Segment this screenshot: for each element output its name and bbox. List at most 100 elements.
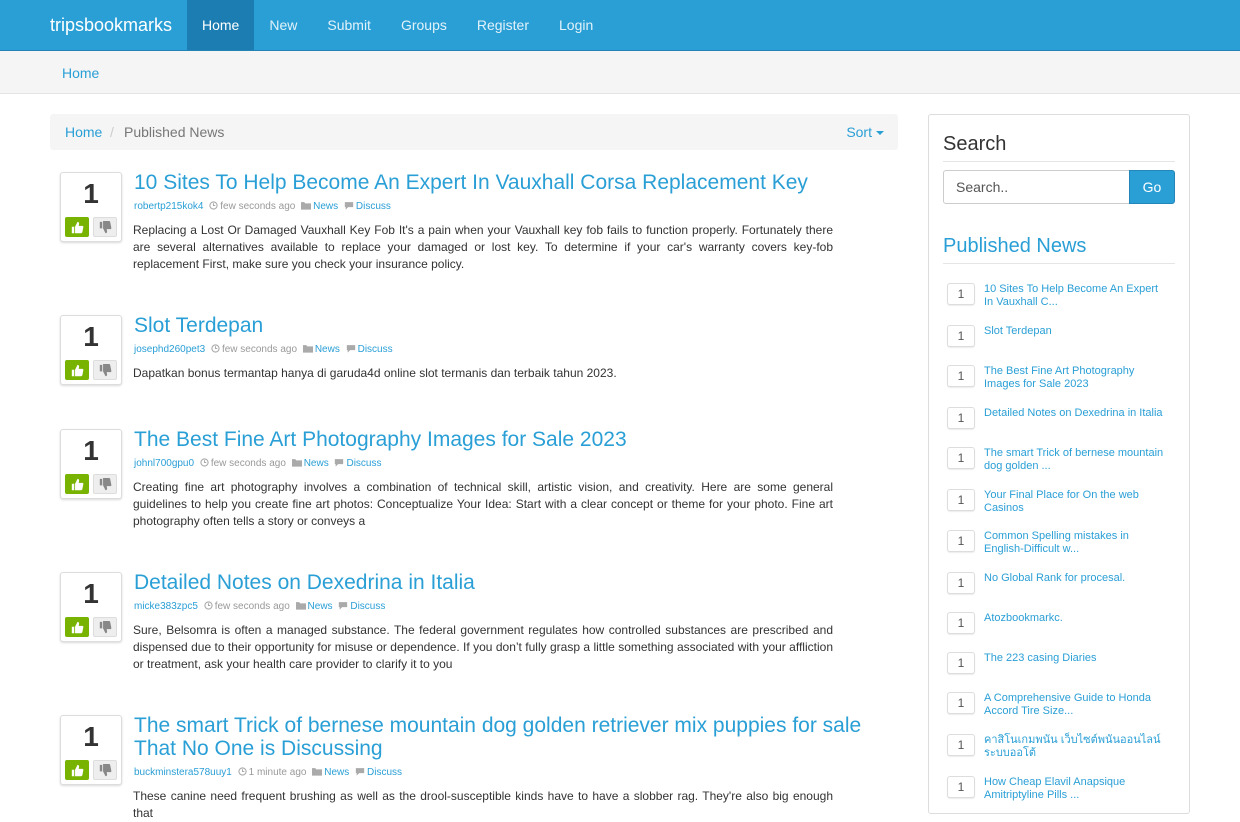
- post-category[interactable]: News: [304, 458, 329, 469]
- thumbs-up-icon: [71, 621, 83, 633]
- sidebar: Search Go Published News 1 10 Sites To H…: [928, 114, 1190, 814]
- published-news-link[interactable]: Slot Terdepan: [984, 325, 1170, 338]
- post-title[interactable]: The Best Fine Art Photography Images for…: [134, 428, 874, 451]
- post-discuss-link[interactable]: Discuss: [367, 767, 402, 778]
- published-news-link[interactable]: A Comprehensive Guide to Honda Accord Ti…: [984, 692, 1170, 718]
- published-news-link[interactable]: Atozbookmarkc.: [984, 612, 1170, 625]
- count-badge: 1: [947, 776, 975, 798]
- post-title[interactable]: Slot Terdepan: [134, 314, 874, 337]
- nav-login[interactable]: Login: [544, 0, 608, 50]
- published-news-link[interactable]: How Cheap Elavil Anapsique Amitriptyline…: [984, 776, 1170, 802]
- search-go-button[interactable]: Go: [1129, 170, 1175, 204]
- breadcrumb-separator: /: [110, 124, 114, 140]
- post-time: few seconds ago: [214, 601, 290, 612]
- count-badge: 1: [947, 407, 975, 429]
- post-discuss-link[interactable]: Discuss: [358, 344, 393, 355]
- folder-icon: [295, 602, 306, 610]
- clock-icon: [204, 601, 213, 610]
- nav-register[interactable]: Register: [462, 0, 544, 50]
- nav-home[interactable]: Home: [187, 0, 255, 50]
- breadcrumb-current: Published News: [124, 124, 225, 140]
- post-author[interactable]: robertp215kok4: [134, 201, 204, 212]
- post-author[interactable]: josephd260pet3: [134, 344, 205, 355]
- folder-icon: [302, 345, 313, 353]
- folder-icon: [291, 459, 302, 467]
- upvote-button[interactable]: [65, 217, 89, 237]
- clock-icon: [209, 201, 218, 210]
- published-news-link[interactable]: No Global Rank for procesal.: [984, 572, 1170, 585]
- main-nav: Home New Submit Groups Register Login: [187, 0, 608, 50]
- post-author[interactable]: micke383zpc5: [134, 601, 198, 612]
- published-news-link[interactable]: The smart Trick of bernese mountain dog …: [984, 447, 1170, 473]
- post-time: few seconds ago: [220, 201, 296, 212]
- count-badge: 1: [947, 530, 975, 552]
- post-category[interactable]: News: [313, 201, 338, 212]
- post-author[interactable]: buckminstera578uuy1: [134, 767, 232, 778]
- published-news-link[interactable]: Common Spelling mistakes in English-Diff…: [984, 530, 1170, 556]
- published-news-link[interactable]: Detailed Notes on Dexedrina in Italia: [984, 407, 1170, 420]
- post-excerpt: These canine need frequent brushing as w…: [133, 789, 833, 820]
- count-badge: 1: [947, 734, 975, 756]
- published-news-link[interactable]: Your Final Place for On the web Casinos: [984, 489, 1170, 515]
- upvote-button[interactable]: [65, 474, 89, 494]
- published-news-link[interactable]: 10 Sites To Help Become An Expert In Vau…: [984, 283, 1170, 309]
- post-excerpt: Creating fine art photography involves a…: [133, 480, 833, 528]
- post-meta: micke383zpc5 few seconds ago News Discus…: [134, 601, 385, 613]
- post-author[interactable]: johnl700gpu0: [134, 458, 194, 469]
- divider: [943, 263, 1175, 264]
- vote-box: 1: [60, 172, 122, 242]
- downvote-button[interactable]: [93, 760, 117, 780]
- downvote-button[interactable]: [93, 360, 117, 380]
- clock-icon: [237, 767, 247, 776]
- search-heading: Search: [943, 133, 1007, 155]
- top-navbar: tripsbookmarks Home New Submit Groups Re…: [0, 0, 1240, 51]
- post-title[interactable]: The smart Trick of bernese mountain dog …: [134, 714, 874, 760]
- subbar-home-link[interactable]: Home: [62, 65, 99, 81]
- folder-icon: [312, 768, 323, 776]
- nav-groups[interactable]: Groups: [386, 0, 462, 50]
- post-discuss-link[interactable]: Discuss: [350, 601, 385, 612]
- nav-new[interactable]: New: [254, 0, 312, 50]
- post-title[interactable]: 10 Sites To Help Become An Expert In Vau…: [134, 171, 874, 194]
- post-discuss-link[interactable]: Discuss: [356, 201, 391, 212]
- post-discuss-link[interactable]: Discuss: [346, 458, 381, 469]
- count-badge: 1: [947, 489, 975, 511]
- comment-icon: [335, 459, 344, 467]
- upvote-button[interactable]: [65, 617, 89, 637]
- clock-icon: [211, 344, 220, 353]
- published-news-heading[interactable]: Published News: [943, 235, 1086, 258]
- thumbs-down-icon: [99, 763, 111, 776]
- post-category[interactable]: News: [308, 601, 333, 612]
- search-input[interactable]: [943, 170, 1130, 204]
- post-title[interactable]: Detailed Notes on Dexedrina in Italia: [134, 571, 874, 594]
- published-news-link[interactable]: คาสิโนเกมพนัน เว็บไซต์พนันออนไลน์ ระบบออ…: [984, 734, 1170, 760]
- thumbs-down-icon: [99, 363, 111, 376]
- comment-icon: [355, 768, 365, 776]
- vote-box: 1: [60, 715, 122, 785]
- downvote-button[interactable]: [93, 474, 117, 494]
- count-badge: 1: [947, 447, 975, 469]
- vote-count: 1: [83, 578, 99, 609]
- post-meta: johnl700gpu0 few seconds ago News Discus…: [134, 458, 382, 470]
- comment-icon: [344, 202, 354, 210]
- sub-breadcrumb-bar: Home: [0, 51, 1240, 94]
- post-meta: josephd260pet3 few seconds ago News Disc…: [134, 344, 393, 356]
- breadcrumb-home[interactable]: Home: [65, 124, 102, 140]
- sort-dropdown[interactable]: Sort: [846, 124, 884, 140]
- downvote-button[interactable]: [93, 617, 117, 637]
- published-news-link[interactable]: The 223 casing Diaries: [984, 652, 1170, 665]
- thumbs-up-icon: [71, 364, 83, 376]
- post-time: few seconds ago: [210, 458, 286, 469]
- upvote-button[interactable]: [65, 760, 89, 780]
- site-brand[interactable]: tripsbookmarks: [50, 15, 172, 35]
- post-category[interactable]: News: [324, 767, 349, 778]
- post-category[interactable]: News: [315, 344, 340, 355]
- count-badge: 1: [947, 325, 975, 347]
- chevron-down-icon: [876, 131, 884, 136]
- upvote-button[interactable]: [65, 360, 89, 380]
- clock-icon: [200, 458, 209, 467]
- downvote-button[interactable]: [93, 217, 117, 237]
- nav-submit[interactable]: Submit: [312, 0, 386, 50]
- published-news-link[interactable]: The Best Fine Art Photography Images for…: [984, 365, 1170, 391]
- vote-box: 1: [60, 429, 122, 499]
